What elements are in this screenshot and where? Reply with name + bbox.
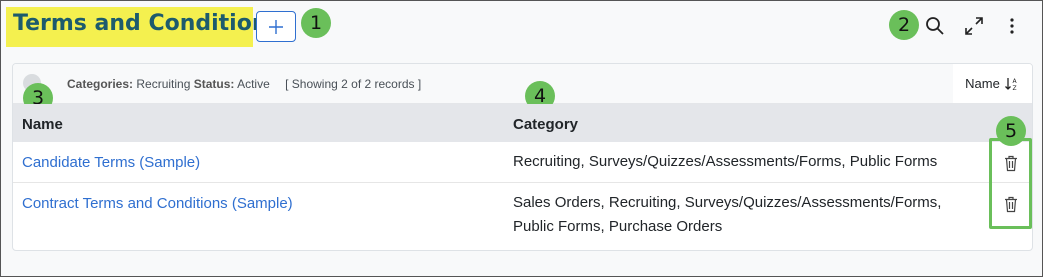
search-button[interactable]	[922, 13, 948, 39]
filter-bar: Categories: Recruiting Status: Active [ …	[13, 64, 1032, 104]
sort-az-icon: A Z	[1004, 77, 1017, 92]
delete-column-highlight	[989, 138, 1032, 229]
more-vertical-icon	[1010, 18, 1014, 34]
more-options-button[interactable]	[999, 13, 1025, 39]
categories-label: Categories:	[67, 77, 134, 91]
table-header: Name Category	[13, 104, 1032, 142]
expand-button[interactable]	[961, 13, 987, 39]
status-label: Status:	[193, 77, 235, 91]
sort-button[interactable]: Name A Z	[953, 64, 1032, 103]
add-button[interactable]	[256, 11, 296, 42]
filter-summary: Categories: Recruiting Status: Active [ …	[67, 77, 421, 91]
sort-label: Name	[965, 76, 1000, 91]
annotation-badge-2: 2	[889, 10, 919, 40]
table-row: Contract Terms and Conditions (Sample) S…	[13, 183, 1032, 250]
record-count: [ Showing 2 of 2 records ]	[285, 77, 422, 91]
column-header-name[interactable]: Name	[22, 116, 63, 133]
expand-icon	[965, 17, 983, 35]
record-name-link[interactable]: Candidate Terms (Sample)	[22, 154, 200, 171]
svg-text:A: A	[1012, 78, 1017, 85]
app-frame: Terms and Conditions 1 2 Categories: Rec…	[0, 0, 1043, 277]
annotation-badge-1: 1	[301, 8, 331, 38]
records-card: Categories: Recruiting Status: Active [ …	[12, 63, 1033, 251]
status-value: Active	[237, 77, 270, 91]
record-category: Recruiting, Surveys/Quizzes/Assessments/…	[513, 153, 938, 170]
column-header-category[interactable]: Category	[513, 116, 578, 133]
plus-icon	[269, 19, 283, 34]
page-title: Terms and Conditions	[13, 11, 281, 36]
table-row: Candidate Terms (Sample) Recruiting, Sur…	[13, 142, 1032, 183]
annotation-badge-5: 5	[996, 116, 1026, 146]
categories-value: Recruiting	[136, 77, 191, 91]
record-name-link[interactable]: Contract Terms and Conditions (Sample)	[22, 195, 293, 212]
search-icon	[926, 17, 944, 35]
svg-text:Z: Z	[1012, 85, 1016, 92]
record-category: Sales Orders, Recruiting, Surveys/Quizze…	[513, 194, 942, 235]
